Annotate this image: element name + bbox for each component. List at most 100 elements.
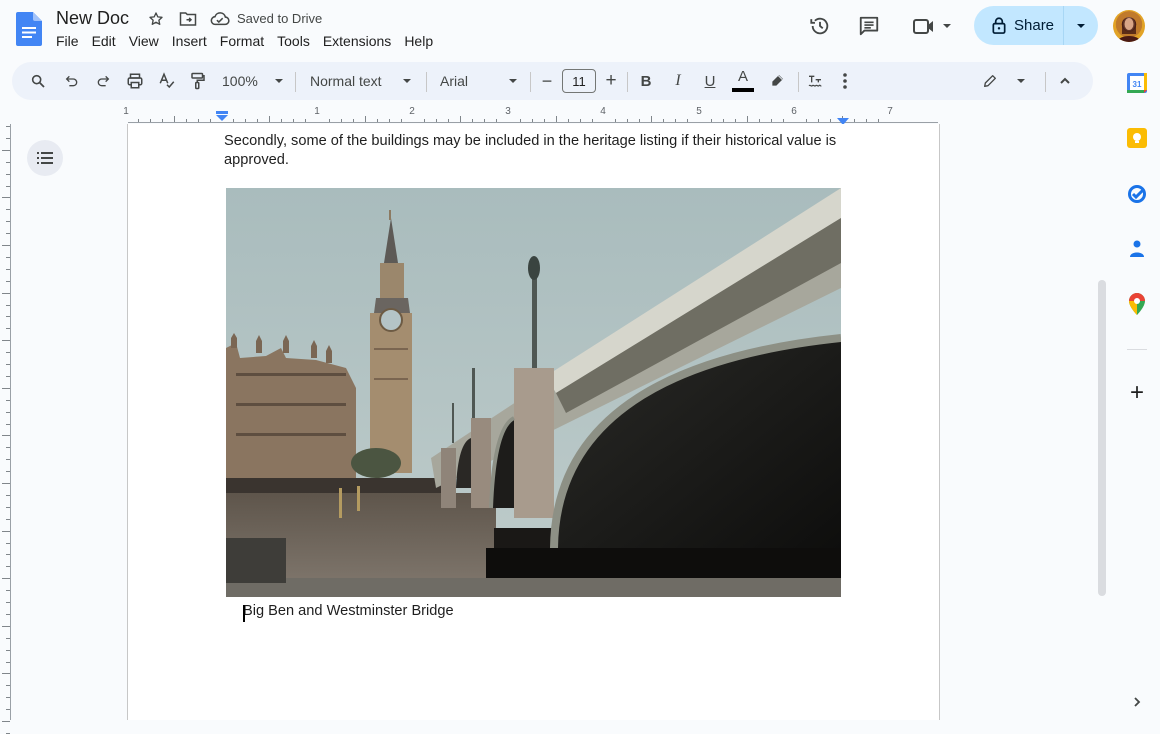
ruler-tick — [293, 119, 295, 122]
ruler-tick — [448, 119, 450, 122]
ruler-tick — [257, 119, 259, 122]
vruler-tick — [2, 387, 10, 389]
star-icon[interactable] — [146, 9, 166, 29]
menu-view[interactable]: View — [129, 33, 165, 49]
lock-icon — [992, 17, 1006, 34]
share-label: Share — [1014, 17, 1055, 34]
vertical-ruler[interactable] — [0, 124, 12, 734]
decrease-font-size-button[interactable]: − — [538, 62, 556, 100]
menu-format[interactable]: Format — [220, 33, 270, 49]
menu-extensions[interactable]: Extensions — [323, 33, 397, 49]
italic-button[interactable]: I — [668, 62, 688, 100]
document-title[interactable]: New Doc — [56, 8, 129, 29]
highlight-color-icon[interactable] — [766, 62, 788, 100]
toolbar-divider — [798, 72, 799, 92]
hide-menus-chevron-up-icon[interactable] — [1054, 62, 1076, 100]
vruler-tick — [6, 375, 10, 377]
underline-button[interactable]: U — [700, 62, 720, 100]
style-value: Normal text — [310, 73, 382, 89]
paragraph-style-select[interactable]: Normal text — [310, 62, 412, 100]
header: New Doc Saved to Drive File Edit View In… — [0, 0, 1160, 60]
ruler-tick — [364, 116, 366, 122]
caret-down-icon — [509, 79, 517, 83]
toolbar: 100% Normal text Arial − 11 + B I U A — [12, 62, 1093, 100]
ruler-tick — [400, 119, 402, 122]
toolbar-divider — [295, 72, 296, 92]
contacts-icon[interactable] — [1125, 237, 1149, 261]
document-outline-button[interactable] — [27, 140, 63, 176]
vruler-tick — [6, 304, 10, 306]
bold-button[interactable]: B — [636, 62, 656, 100]
tasks-icon[interactable] — [1125, 182, 1149, 206]
calendar-icon[interactable]: 31 — [1125, 71, 1149, 95]
ruler-tick — [436, 119, 438, 122]
body-paragraph[interactable]: Secondly, some of the buildings may be i… — [224, 132, 854, 170]
vruler-tick — [6, 364, 10, 365]
vruler-tick — [2, 245, 10, 246]
search-menus-icon[interactable] — [26, 62, 50, 100]
share-dropdown[interactable] — [1064, 21, 1098, 31]
vruler-tick — [6, 709, 10, 711]
big-ben-bridge-photo — [226, 188, 841, 597]
ruler-tick — [579, 119, 581, 122]
menu-file[interactable]: File — [56, 33, 85, 49]
ruler-label: 4 — [600, 106, 606, 117]
expand-side-panel-chevron-icon[interactable] — [1125, 690, 1149, 714]
keep-icon[interactable] — [1125, 126, 1149, 150]
horizontal-ruler[interactable]: 1 1 2 3 4 5 6 7 — [0, 104, 1093, 125]
toolbar-divider — [627, 72, 628, 92]
vruler-tick — [6, 137, 10, 139]
inline-image[interactable] — [226, 188, 841, 597]
list-icon — [37, 152, 53, 164]
menu-tools[interactable]: Tools — [277, 33, 316, 49]
ruler-tick — [519, 119, 521, 122]
ruler-label: 2 — [409, 106, 415, 117]
cloud-saved-icon[interactable] — [210, 9, 230, 29]
ruler-tick — [161, 119, 163, 122]
spellcheck-icon[interactable] — [155, 62, 179, 100]
ruler-tick — [388, 119, 390, 122]
move-folder-icon[interactable] — [178, 9, 198, 29]
redo-icon[interactable] — [91, 62, 115, 100]
vruler-tick — [2, 673, 10, 675]
vruler-tick — [6, 173, 10, 175]
vruler-tick — [6, 256, 10, 258]
zoom-select[interactable]: 100% — [222, 62, 284, 100]
share-button[interactable]: Share — [974, 6, 1098, 45]
document-page[interactable]: Secondly, some of the buildings may be i… — [127, 124, 940, 720]
comment-icon[interactable] — [855, 12, 883, 40]
paint-format-icon[interactable] — [186, 62, 210, 100]
ruler-tick — [615, 119, 617, 122]
docs-logo-icon[interactable] — [16, 12, 42, 46]
ruler-tick — [758, 119, 760, 122]
ruler-tick — [878, 119, 880, 122]
avatar[interactable] — [1113, 10, 1145, 42]
font-size-input[interactable]: 11 — [562, 69, 596, 93]
editing-mode-select[interactable] — [982, 62, 1026, 100]
history-icon[interactable] — [806, 12, 834, 40]
print-icon[interactable] — [123, 62, 147, 100]
menu-insert[interactable]: Insert — [172, 33, 213, 49]
add-addon-button[interactable]: + — [1125, 379, 1149, 406]
pencil-icon — [984, 75, 996, 87]
video-camera-icon — [913, 19, 933, 34]
image-caption[interactable]: Big Ben and Westminster Bridge — [243, 603, 454, 619]
ruler-tick — [710, 119, 712, 122]
text-color-swatch — [732, 88, 754, 92]
undo-icon[interactable] — [60, 62, 84, 100]
share-main[interactable]: Share — [974, 6, 1064, 45]
vertical-scrollbar[interactable] — [1098, 280, 1106, 596]
vruler-tick — [6, 233, 10, 235]
insert-link-icon[interactable] — [804, 62, 826, 100]
increase-font-size-button[interactable]: + — [602, 62, 620, 100]
vruler-tick — [6, 209, 10, 211]
text-color-button[interactable]: A — [732, 68, 754, 94]
menu-edit[interactable]: Edit — [92, 33, 122, 49]
meet-button[interactable] — [908, 12, 956, 40]
more-options-icon[interactable] — [836, 62, 854, 100]
ruler-tick — [245, 119, 247, 122]
maps-icon[interactable] — [1125, 292, 1149, 316]
menu-help[interactable]: Help — [404, 33, 439, 49]
font-family-select[interactable]: Arial — [440, 62, 518, 100]
ruler-tick — [854, 119, 856, 122]
